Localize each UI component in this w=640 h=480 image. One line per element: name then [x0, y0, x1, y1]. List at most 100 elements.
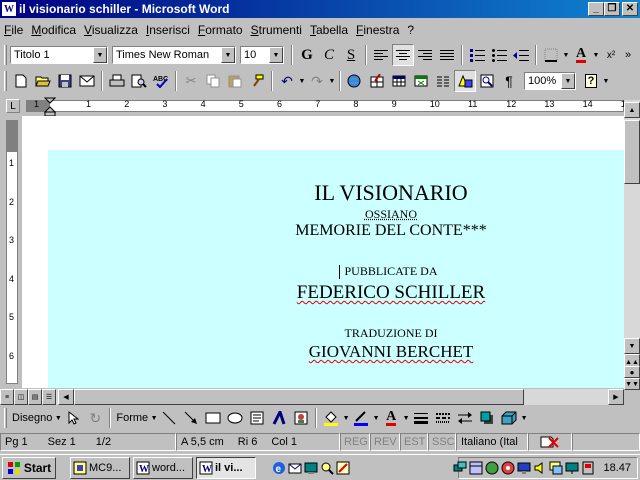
undo-button[interactable]: ↶: [276, 70, 298, 92]
chevron-down-icon[interactable]: ▼: [372, 415, 380, 422]
3d-button[interactable]: [498, 407, 520, 429]
menu-formato[interactable]: Formato: [194, 23, 247, 37]
copy-button[interactable]: [202, 70, 224, 92]
draw-menu-button[interactable]: Disegno: [10, 412, 54, 424]
chevron-down-icon[interactable]: ▼: [93, 47, 107, 63]
print-button[interactable]: [106, 70, 128, 92]
menu-finestra[interactable]: Finestra: [352, 23, 403, 37]
tray-volume-icon[interactable]: [533, 461, 547, 475]
tray-display-icon[interactable]: [517, 461, 531, 475]
font-color-button[interactable]: A: [570, 44, 592, 66]
menu-help[interactable]: ?: [403, 23, 418, 37]
minimize-button[interactable]: _: [588, 2, 604, 16]
vertical-scrollbar[interactable]: ▲ ▼ ▲▲ ● ▼▼: [624, 100, 640, 390]
show-hide-button[interactable]: ¶: [498, 70, 520, 92]
open-button[interactable]: [32, 70, 54, 92]
chevron-down-icon[interactable]: ▼: [342, 415, 350, 422]
drawing-button[interactable]: [454, 70, 476, 92]
web-view-button[interactable]: ◫: [14, 389, 28, 405]
justify-button[interactable]: [436, 44, 458, 66]
insert-table-button[interactable]: [388, 70, 410, 92]
arrow-style-button[interactable]: [454, 407, 476, 429]
style-combo[interactable]: Titolo 1 ▼: [10, 46, 108, 64]
font-size-combo[interactable]: 10 ▼: [240, 46, 284, 64]
doc-subtitle-memorie[interactable]: MEMORIE DEL CONTE***: [48, 222, 640, 240]
doc-translation-by[interactable]: TRADUZIONE DI: [48, 326, 640, 341]
menu-strumenti[interactable]: Strumenti: [247, 23, 306, 37]
shadow-button[interactable]: [476, 407, 498, 429]
help-button[interactable]: ?: [580, 70, 602, 92]
chevron-down-icon[interactable]: ▼: [602, 78, 610, 85]
scroll-down-button[interactable]: ▼: [624, 338, 640, 354]
toolbar-grip[interactable]: [4, 408, 7, 428]
align-center-button[interactable]: [392, 44, 414, 66]
line-style-button[interactable]: [410, 407, 432, 429]
oval-button[interactable]: [224, 407, 246, 429]
tray-program-icon[interactable]: [581, 461, 595, 475]
autoshapes-menu-button[interactable]: Forme: [114, 412, 150, 424]
status-extend[interactable]: EST: [400, 433, 428, 451]
chevron-down-icon[interactable]: ▼: [150, 415, 158, 422]
text-box-button[interactable]: [246, 407, 268, 429]
document-map-button[interactable]: [476, 70, 498, 92]
scroll-right-button[interactable]: ▶: [608, 389, 624, 405]
format-painter-button[interactable]: [246, 70, 268, 92]
fill-color-button[interactable]: [320, 407, 342, 429]
borders-button[interactable]: [540, 44, 562, 66]
numbering-button[interactable]: [466, 44, 488, 66]
chevron-down-icon[interactable]: ▼: [561, 73, 575, 89]
bullets-button[interactable]: [488, 44, 510, 66]
word-app-icon[interactable]: W: [2, 2, 16, 16]
bold-button[interactable]: G: [296, 44, 318, 66]
line-color-button[interactable]: [350, 407, 372, 429]
status-spelling[interactable]: [528, 433, 572, 451]
chevron-down-icon[interactable]: ▼: [520, 415, 528, 422]
scroll-thumb[interactable]: [624, 120, 640, 184]
save-button[interactable]: [54, 70, 76, 92]
tray-globe-icon[interactable]: [485, 461, 499, 475]
status-position-panel[interactable]: Pg 1 Sez 1 1/2: [0, 433, 176, 451]
tray-scheduler-icon[interactable]: [469, 461, 483, 475]
outline-view-button[interactable]: ☰: [42, 389, 56, 405]
menu-inserisci[interactable]: Inserisci: [142, 23, 194, 37]
doc-subtitle-ossiano[interactable]: OSSIANO: [48, 207, 640, 222]
start-button[interactable]: Start: [2, 456, 56, 479]
status-overtype[interactable]: SSC: [428, 433, 456, 451]
vertical-ruler[interactable]: 1 2 3 4 5 6: [0, 116, 22, 388]
menu-file[interactable]: File: [0, 23, 27, 37]
shortcut-icon[interactable]: [336, 461, 350, 475]
menu-modifica[interactable]: Modifica: [27, 23, 80, 37]
menu-tabella[interactable]: Tabella: [306, 23, 352, 37]
horizontal-scrollbar[interactable]: ≡ ◫ ▤ ☰ ◀ ▶: [0, 389, 624, 405]
internet-explorer-icon[interactable]: e: [272, 461, 286, 475]
paste-button[interactable]: [224, 70, 246, 92]
italic-button[interactable]: C: [318, 44, 340, 66]
browse-object-button[interactable]: ●: [624, 366, 640, 378]
horizontal-ruler[interactable]: L 1123456789101112131415: [0, 96, 640, 116]
tray-network-icon[interactable]: [453, 461, 467, 475]
toolbar-grip[interactable]: [4, 45, 7, 65]
scroll-left-button[interactable]: ◀: [58, 389, 74, 405]
select-objects-button[interactable]: [62, 407, 84, 429]
zoom-combo[interactable]: 100% ▼: [524, 72, 576, 90]
draw-font-color-button[interactable]: A: [380, 407, 402, 429]
redo-button[interactable]: ↷: [306, 70, 328, 92]
next-page-button[interactable]: ▼▼: [624, 378, 640, 390]
align-left-button[interactable]: [370, 44, 392, 66]
clip-art-button[interactable]: [290, 407, 312, 429]
doc-translator[interactable]: GIOVANNI BERCHET: [48, 342, 640, 362]
print-preview-button[interactable]: [128, 70, 150, 92]
chevron-down-icon[interactable]: ▼: [54, 415, 62, 422]
new-button[interactable]: [10, 70, 32, 92]
insert-excel-button[interactable]: [410, 70, 432, 92]
normal-view-button[interactable]: ≡: [0, 389, 14, 405]
underline-button[interactable]: S: [340, 44, 362, 66]
status-cursor-panel[interactable]: A 5,5 cm Ri 6 Col 1: [176, 433, 340, 451]
line-button[interactable]: [158, 407, 180, 429]
chevron-down-icon[interactable]: ▼: [592, 52, 600, 59]
toolbar-grip[interactable]: [4, 71, 7, 91]
tables-borders-button[interactable]: [366, 70, 388, 92]
spelling-button[interactable]: ABC: [150, 70, 172, 92]
doc-author[interactable]: FEDERICO SCHILLER: [48, 282, 640, 304]
print-layout-button[interactable]: ▤: [28, 389, 42, 405]
